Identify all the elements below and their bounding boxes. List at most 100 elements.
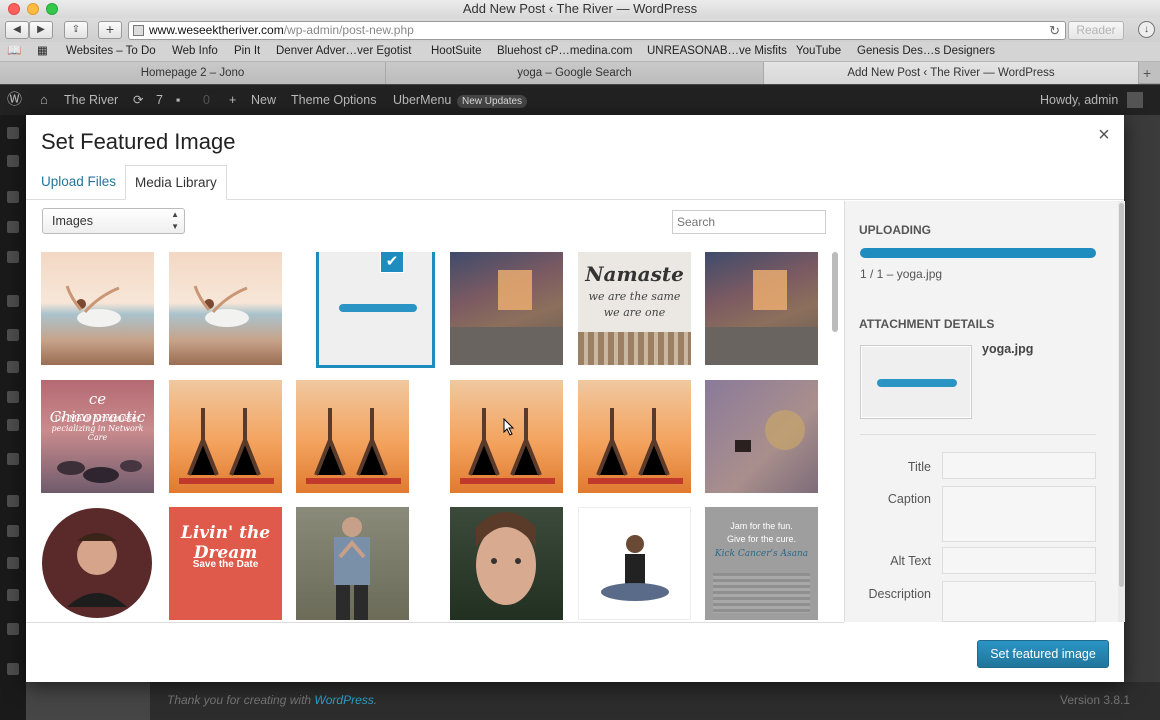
share-icon: ⇪ <box>71 24 81 35</box>
new-content-link[interactable]: New <box>251 85 276 115</box>
address-bar[interactable]: www.weseektheriver.com/wp-admin/post-new… <box>128 21 1066 40</box>
page-icon <box>133 25 144 36</box>
sidebar-scrollbar[interactable] <box>1118 201 1125 622</box>
gear-icon[interactable] <box>7 623 19 635</box>
meditation-woman-thumbnail[interactable] <box>578 507 691 620</box>
tab-media-library[interactable]: Media Library <box>125 165 227 200</box>
yoga-class-thumbnail[interactable] <box>450 380 563 493</box>
posts-icon[interactable] <box>7 155 19 167</box>
yoga-beach-thumbnail[interactable] <box>41 252 154 365</box>
livin-the-dream-thumbnail[interactable]: Livin' the Dream Save the Date <box>169 507 282 620</box>
pages-icon[interactable] <box>7 295 19 307</box>
checkmark-icon[interactable]: ✔ <box>380 252 404 273</box>
ubermenu-link[interactable]: UberMenu <box>393 85 451 115</box>
theme-options-link[interactable]: Theme Options <box>291 85 376 115</box>
bookmark-item[interactable]: Genesis Des…s Designers <box>857 42 995 61</box>
portfolio-icon[interactable] <box>7 191 19 203</box>
title-field[interactable] <box>942 452 1096 479</box>
wordpress-link[interactable]: WordPress <box>314 693 373 707</box>
yoga-beach-thumbnail[interactable] <box>169 252 282 365</box>
livin-title-text: Livin' the Dream <box>180 523 271 563</box>
users-icon[interactable] <box>7 391 19 403</box>
yoga-pose-figure <box>65 285 121 327</box>
forward-button[interactable]: ▶ <box>29 21 53 39</box>
new-tab-plus-icon[interactable]: + <box>1143 62 1151 84</box>
set-featured-image-button[interactable]: Set featured image <box>977 640 1109 668</box>
jam-text-line2: Give for the cure. <box>726 534 797 544</box>
description-field[interactable] <box>942 581 1096 622</box>
updates-count[interactable]: 7 <box>156 85 163 115</box>
portrait-man-thumbnail[interactable] <box>41 507 154 620</box>
dashboard-icon[interactable] <box>7 127 19 139</box>
bookmark-item[interactable]: Denver Adver…ver Egotist <box>276 42 412 61</box>
uploading-placeholder-thumbnail[interactable] <box>316 252 435 368</box>
collapse-menu-icon[interactable] <box>7 663 19 675</box>
yoga-class-thumbnail[interactable] <box>578 380 691 493</box>
bookmark-item[interactable]: Websites – To Do <box>66 42 156 61</box>
reload-icon[interactable]: ↻ <box>1049 22 1060 39</box>
pin-icon[interactable] <box>7 221 19 233</box>
studio-interior-thumbnail[interactable] <box>705 252 818 365</box>
tab-upload-files[interactable]: Upload Files <box>32 165 125 200</box>
top-sites-grid-icon[interactable]: ▦ <box>37 42 48 61</box>
namaste-sign-thumbnail[interactable]: Namaste we are the same we are one <box>578 252 691 365</box>
close-icon[interactable]: × <box>1094 125 1114 145</box>
back-button[interactable]: ◀ <box>5 21 29 39</box>
settings-icon[interactable] <box>7 453 19 465</box>
yoga-class-thumbnail[interactable] <box>296 380 409 493</box>
window-close-button[interactable] <box>8 3 20 15</box>
media-type-filter-value: Images <box>52 214 93 228</box>
grid-scrollbar[interactable] <box>832 252 838 332</box>
chiropractic-card-thumbnail[interactable]: ce Chiropractic Dr. Mark Armbruster peci… <box>41 380 154 493</box>
sidebar-scrollbar-thumb[interactable] <box>1119 203 1124 587</box>
new-updates-badge[interactable]: New Updates <box>457 95 528 108</box>
new-tab-button[interactable]: + <box>98 21 122 39</box>
window-minimize-button[interactable] <box>27 3 39 15</box>
footer-thanks: Thank you for creating with WordPress. <box>167 693 378 707</box>
caption-field[interactable] <box>942 486 1096 542</box>
attachment-details-sidebar: Uploading 1 / 1 – yoga.jpg Attachment De… <box>844 201 1125 622</box>
browser-tab[interactable]: yoga – Google Search <box>386 62 764 84</box>
gear-icon[interactable] <box>7 495 19 507</box>
comments-icon[interactable]: ▪ <box>176 85 180 115</box>
bookmark-item[interactable]: HootSuite <box>431 42 482 61</box>
avatar[interactable] <box>1127 92 1143 108</box>
alt-text-field[interactable] <box>942 547 1096 574</box>
meditation-man-thumbnail[interactable] <box>296 507 409 620</box>
comments-icon[interactable] <box>7 361 19 373</box>
gear-icon[interactable] <box>7 589 19 601</box>
portrait-woman-thumbnail[interactable] <box>450 507 563 620</box>
bookmark-item[interactable]: YouTube <box>796 42 841 61</box>
jam-for-the-fun-thumbnail[interactable]: Jam for the fun. Give for the cure. Kick… <box>705 507 818 620</box>
updates-icon[interactable]: ⟳ <box>133 85 143 115</box>
bookmark-item[interactable]: UNREASONAB…ve Misfits <box>647 42 787 61</box>
media-type-filter[interactable]: Images ▲ ▼ <box>42 208 185 234</box>
menu-icon[interactable] <box>7 557 19 569</box>
upload-progress-bar <box>339 304 417 312</box>
studio-interior-thumbnail[interactable] <box>450 252 563 365</box>
site-name-link[interactable]: The River <box>64 85 118 115</box>
comments-count[interactable]: 0 <box>203 85 210 115</box>
plugin-icon[interactable] <box>7 525 19 537</box>
bookmark-item[interactable]: Web Info <box>172 42 218 61</box>
pin-icon[interactable] <box>7 329 19 341</box>
bookmark-item[interactable]: Bluehost cP…medina.com <box>497 42 633 61</box>
tools-icon[interactable] <box>7 419 19 431</box>
browser-tab[interactable]: Homepage 2 – Jono <box>0 62 386 84</box>
share-button[interactable]: ⇪ <box>64 21 88 39</box>
downloads-icon[interactable]: ↓ <box>1138 21 1155 38</box>
bookmarks-book-icon[interactable]: 📖 <box>7 42 21 61</box>
yoga-class-figures <box>460 408 555 484</box>
media-search-input[interactable] <box>672 210 826 234</box>
gallery-wall-thumbnail[interactable] <box>705 380 818 493</box>
wordpress-logo-icon[interactable]: Ⓦ <box>7 85 22 115</box>
yoga-class-figures <box>588 408 683 484</box>
media-icon[interactable] <box>7 251 19 263</box>
yoga-pose-figure <box>193 285 249 327</box>
bookmark-item[interactable]: Pin It <box>234 42 260 61</box>
yoga-class-thumbnail[interactable] <box>169 380 282 493</box>
howdy-account-link[interactable]: Howdy, admin <box>1040 85 1118 115</box>
window-zoom-button[interactable] <box>46 3 58 15</box>
reader-button[interactable]: Reader <box>1068 21 1124 40</box>
browser-tab-active[interactable]: Add New Post ‹ The River — WordPress <box>764 62 1139 84</box>
